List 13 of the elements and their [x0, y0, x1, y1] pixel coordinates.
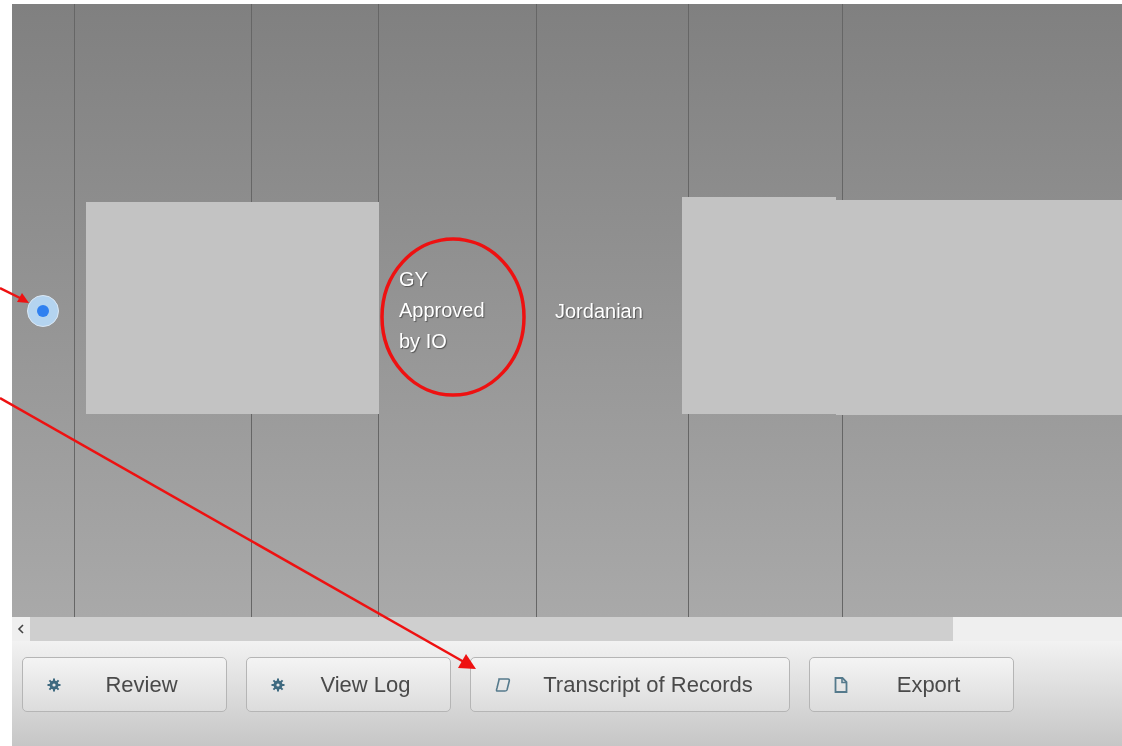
document-icon [834, 676, 848, 693]
toolbar-button[interactable]: Transcript of Records [470, 657, 790, 712]
nationality-text: Jordanian [555, 298, 643, 324]
toolbar-button[interactable]: View Log [246, 657, 451, 712]
gear-icon [47, 677, 61, 692]
toolbar-button[interactable]: Review [22, 657, 227, 712]
toolbar-button[interactable]: Export [809, 657, 1014, 712]
gear-icon [271, 677, 285, 692]
scroll-icon [495, 676, 511, 693]
annotation-arrow [0, 286, 30, 306]
radio-button[interactable] [27, 294, 59, 327]
scrollbar-thumb[interactable] [30, 617, 953, 641]
status-text: GY Approved by IO [399, 267, 486, 354]
